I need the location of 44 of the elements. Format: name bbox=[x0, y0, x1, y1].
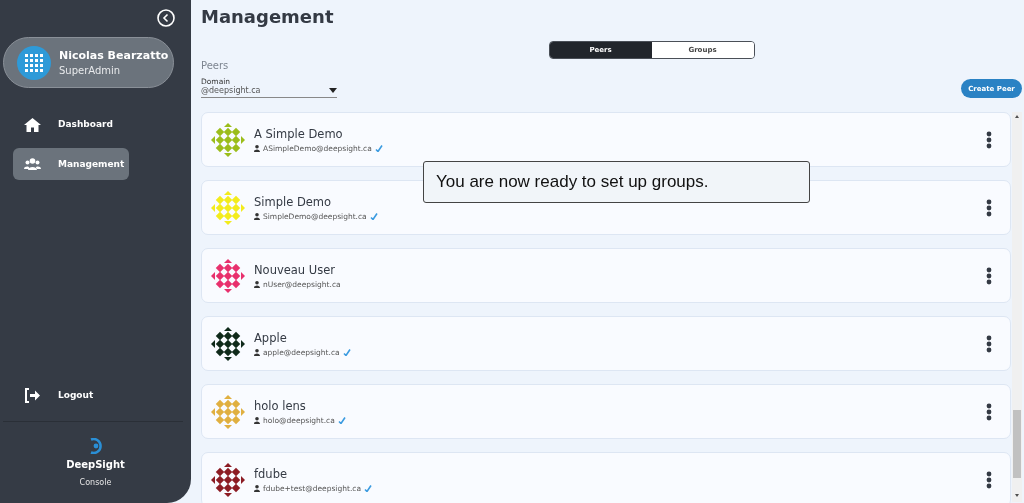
peer-name: Simple Demo bbox=[254, 194, 333, 209]
logo-icon bbox=[88, 438, 103, 454]
user-icon bbox=[254, 212, 260, 220]
user-icon bbox=[254, 280, 260, 288]
avatar-icon bbox=[17, 45, 51, 80]
user-name: Nicolas Bearzatto bbox=[59, 49, 169, 62]
more-icon bbox=[986, 266, 992, 285]
more-button[interactable] bbox=[986, 198, 992, 217]
more-button[interactable] bbox=[986, 266, 992, 285]
peer-name: holo lens bbox=[254, 398, 307, 413]
section-label: Peers bbox=[201, 60, 230, 71]
user-role: SuperAdmin bbox=[59, 65, 122, 76]
tooltip: You are now ready to set up groups. bbox=[423, 161, 810, 203]
more-button[interactable] bbox=[986, 470, 992, 489]
page-title: Management bbox=[201, 6, 335, 27]
peer-name: A Simple Demo bbox=[254, 126, 344, 141]
caret-icon bbox=[329, 88, 337, 93]
user-icon bbox=[254, 416, 260, 424]
peer-name: Nouveau User bbox=[254, 262, 336, 277]
peer-name: Apple bbox=[254, 330, 288, 345]
user-icon bbox=[254, 144, 260, 152]
more-icon bbox=[986, 470, 992, 489]
more-icon bbox=[986, 130, 992, 149]
users-icon bbox=[24, 156, 41, 172]
logout-icon bbox=[24, 387, 41, 403]
nav-item[interactable]: Management bbox=[13, 148, 129, 180]
brand-subtitle: Console bbox=[79, 478, 112, 487]
field-value: @deepsight.ca bbox=[201, 86, 261, 95]
more-button[interactable] bbox=[986, 334, 992, 353]
collapse-icon[interactable] bbox=[157, 9, 175, 27]
scrollbar[interactable] bbox=[1012, 111, 1022, 503]
logout-link[interactable]: Logout bbox=[0, 383, 191, 407]
more-icon bbox=[986, 334, 992, 353]
home-icon bbox=[24, 116, 41, 132]
user-icon bbox=[254, 348, 260, 356]
more-icon bbox=[986, 198, 992, 217]
user-icon bbox=[254, 484, 260, 492]
peer-name: fdube bbox=[254, 466, 288, 481]
more-button[interactable] bbox=[986, 130, 992, 149]
more-icon bbox=[986, 402, 992, 421]
profile-card[interactable]: Nicolas Bearzatto SuperAdmin bbox=[3, 37, 174, 88]
brand-name: DeepSight bbox=[66, 459, 125, 470]
more-button[interactable] bbox=[986, 402, 992, 421]
nav-item[interactable]: Dashboard bbox=[13, 108, 129, 140]
